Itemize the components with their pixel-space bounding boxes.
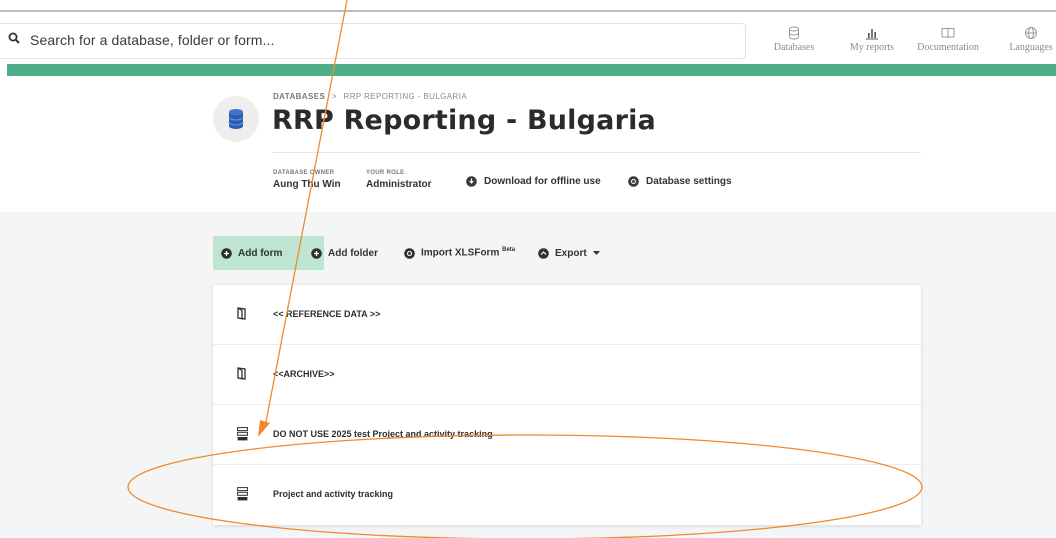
list-item[interactable]: Project and activity tracking bbox=[213, 465, 921, 524]
nav-languages-label: Languages bbox=[1009, 42, 1053, 53]
add-folder-button[interactable]: Add folder bbox=[311, 236, 378, 270]
nav-databases[interactable]: Databases bbox=[766, 24, 822, 64]
divider bbox=[273, 152, 921, 153]
settings-label: Database settings bbox=[646, 176, 732, 187]
bar-chart-icon bbox=[866, 29, 878, 40]
add-form-button[interactable]: Add form bbox=[213, 236, 324, 270]
role-label: YOUR ROLE bbox=[366, 170, 405, 176]
database-avatar bbox=[213, 96, 259, 142]
list-item[interactable]: DO NOT USE 2025 test Project and activit… bbox=[213, 405, 921, 465]
gear-icon bbox=[628, 176, 639, 187]
breadcrumb: DATABASES > RRP REPORTING - BULGARIA bbox=[273, 92, 467, 101]
download-offline-button[interactable]: Download for offline use bbox=[466, 176, 601, 187]
page-title: RRP Reporting - Bulgaria bbox=[272, 105, 656, 136]
search-placeholder: Search for a database, folder or form... bbox=[30, 32, 275, 48]
list-item-label: Project and activity tracking bbox=[273, 489, 394, 499]
export-dropdown[interactable]: Export bbox=[538, 236, 600, 270]
plus-circle-icon bbox=[221, 247, 232, 259]
plus-circle-icon bbox=[311, 247, 322, 259]
import-label: Import XLSForm bbox=[421, 247, 500, 259]
search-input[interactable]: Search for a database, folder or form... bbox=[0, 23, 746, 59]
list-item[interactable]: <<ARCHIVE>> bbox=[213, 345, 921, 405]
book-icon bbox=[941, 28, 955, 39]
database-icon bbox=[789, 26, 799, 40]
nav-documentation-label: Documentation bbox=[917, 42, 979, 53]
folder-icon bbox=[237, 367, 246, 380]
globe-icon bbox=[1025, 27, 1037, 39]
beta-badge: Beta bbox=[502, 247, 516, 254]
owner-label: DATABASE OWNER bbox=[273, 170, 335, 176]
import-xlsform-button[interactable]: Import XLSForm Beta bbox=[404, 236, 515, 270]
user-role: YOUR ROLE Administrator bbox=[366, 170, 432, 190]
download-icon bbox=[466, 176, 477, 187]
nav-languages[interactable]: Languages bbox=[1006, 24, 1056, 64]
breadcrumb-databases[interactable]: DATABASES bbox=[273, 92, 325, 101]
nav-my-reports-label: My reports bbox=[849, 42, 895, 53]
breadcrumb-current: RRP REPORTING - BULGARIA bbox=[343, 92, 468, 101]
form-icon bbox=[237, 487, 248, 501]
nav-my-reports[interactable]: My reports bbox=[842, 24, 902, 64]
folder-icon bbox=[237, 307, 246, 320]
list-item[interactable]: << REFERENCE DATA >> bbox=[213, 285, 921, 345]
accent-bar bbox=[7, 64, 1056, 76]
database-header: DATABASES > RRP REPORTING - BULGARIA RRP… bbox=[0, 76, 1056, 212]
nav-documentation[interactable]: Documentation bbox=[910, 24, 986, 64]
role-value: Administrator bbox=[366, 179, 432, 190]
list-item-label: DO NOT USE 2025 test Project and activit… bbox=[273, 429, 493, 439]
add-form-label: Add form bbox=[238, 247, 283, 259]
database-owner: DATABASE OWNER Aung Thu Win bbox=[273, 170, 341, 190]
upload-icon bbox=[404, 247, 415, 259]
form-list: << REFERENCE DATA >> <<ARCHIVE>> DO NOT … bbox=[213, 285, 921, 525]
download-label: Download for offline use bbox=[484, 176, 601, 187]
nav-databases-label: Databases bbox=[773, 42, 815, 53]
search-header: Search for a database, folder or form...… bbox=[0, 12, 1056, 64]
export-icon bbox=[538, 247, 549, 259]
caret-down-icon bbox=[592, 250, 600, 255]
owner-value: Aung Thu Win bbox=[273, 179, 341, 190]
export-label: Export bbox=[555, 247, 587, 259]
breadcrumb-separator: > bbox=[331, 92, 337, 101]
search-icon bbox=[8, 32, 20, 44]
list-item-label: <<ARCHIVE>> bbox=[273, 369, 335, 379]
database-settings-button[interactable]: Database settings bbox=[628, 176, 732, 187]
form-icon bbox=[237, 427, 248, 441]
add-folder-label: Add folder bbox=[328, 247, 378, 259]
list-item-label: << REFERENCE DATA >> bbox=[273, 309, 381, 319]
database-icon bbox=[228, 109, 244, 129]
